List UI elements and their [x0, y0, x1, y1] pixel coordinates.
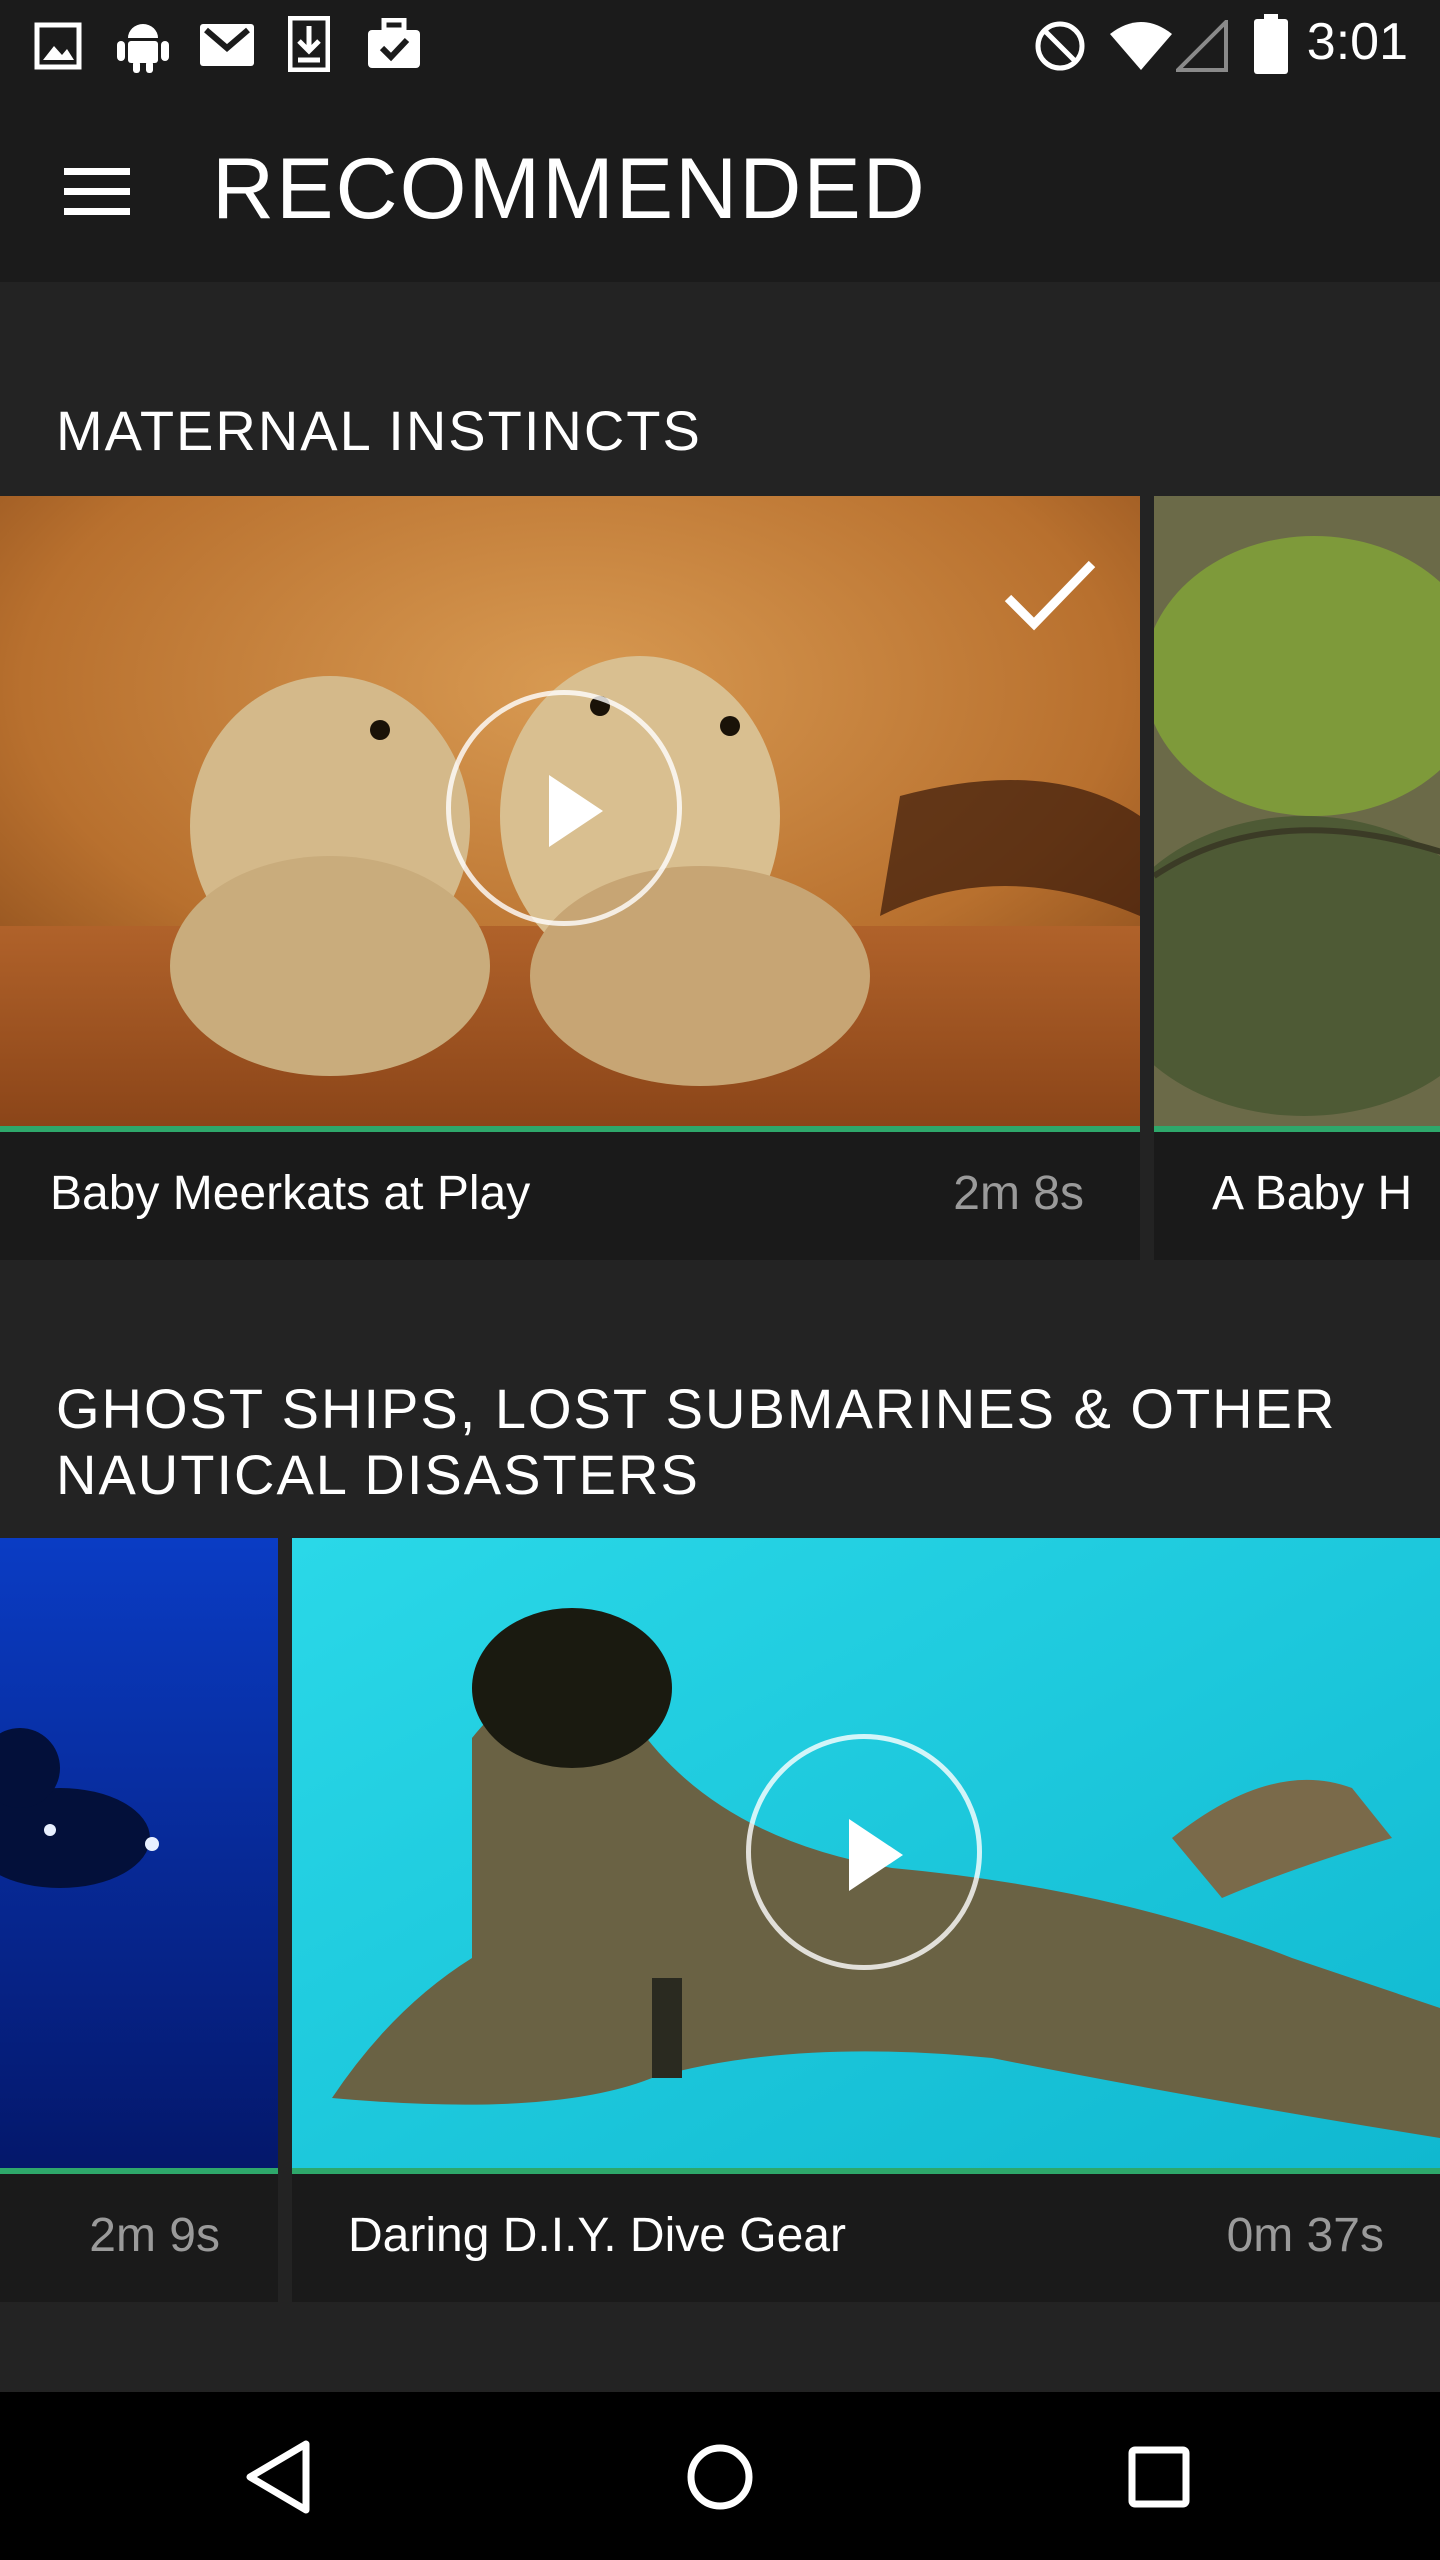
section-title-line: GHOST SHIPS, LOST SUBMARINES & OTHER: [56, 1377, 1337, 1440]
cell-signal-icon: [1176, 20, 1228, 72]
watch-progress-bar: [0, 2168, 278, 2174]
status-bar: 3:01: [0, 0, 1440, 90]
system-nav-bar: [0, 2392, 1440, 2560]
watch-progress-bar: [0, 1126, 1140, 1132]
video-thumbnail: [292, 1538, 1440, 2174]
video-thumbnail: [0, 496, 1140, 1132]
video-duration: 0m 37s: [1226, 2209, 1384, 2262]
wifi-icon: [1110, 22, 1172, 70]
video-thumbnail: [0, 1538, 278, 2174]
briefcase-check-icon: [368, 18, 420, 68]
play-button-icon[interactable]: [746, 1734, 982, 1970]
video-thumbnail: [1154, 496, 1440, 1132]
page-title: RECOMMENDED: [212, 141, 927, 237]
video-title: Baby Meerkats at Play: [50, 1167, 531, 1220]
video-card-a-baby[interactable]: A Baby H: [1154, 496, 1440, 1260]
watch-progress-bar: [292, 2168, 1440, 2174]
recommended-feed[interactable]: MATERNAL INSTINCTS Baby Meerkats at Play…: [0, 282, 1440, 2392]
hamburger-menu-icon[interactable]: [48, 156, 148, 228]
app-bar: RECOMMENDED: [0, 90, 1440, 282]
video-card-baby-meerkats[interactable]: Baby Meerkats at Play 2m 8s: [0, 496, 1140, 1260]
section-title-line: NAUTICAL DISASTERS: [56, 1443, 700, 1506]
status-clock: 3:01: [1306, 13, 1408, 71]
watched-check-icon: [1004, 560, 1096, 631]
download-icon: [288, 16, 330, 72]
home-icon[interactable]: [675, 2432, 765, 2522]
video-title: Daring D.I.Y. Dive Gear: [348, 2209, 846, 2262]
deep-sea-diver-image: [0, 1538, 278, 2174]
do-not-disturb-icon: [1035, 21, 1085, 71]
video-title: A Baby H: [1212, 1167, 1413, 1220]
video-duration: 2m 9s: [89, 2209, 220, 2262]
video-duration: 2m 8s: [953, 1167, 1084, 1220]
android-icon: [117, 24, 169, 73]
leaf-image: [1154, 496, 1440, 1132]
watch-progress-bar: [1154, 1126, 1440, 1132]
battery-icon: [1254, 14, 1288, 74]
image-icon: [34, 22, 82, 70]
back-icon[interactable]: [236, 2432, 326, 2522]
video-card-diver[interactable]: 2m 9s: [0, 1538, 278, 2302]
section-title: MATERNAL INSTINCTS: [56, 399, 702, 462]
section-title: GHOST SHIPS, LOST SUBMARINES & OTHER NAU…: [56, 1376, 1336, 1508]
gmail-icon: [200, 24, 254, 66]
recents-icon[interactable]: [1114, 2432, 1204, 2522]
video-card-daring-diy-dive-gear[interactable]: Daring D.I.Y. Dive Gear 0m 37s: [292, 1538, 1440, 2302]
play-button-icon[interactable]: [446, 690, 682, 926]
